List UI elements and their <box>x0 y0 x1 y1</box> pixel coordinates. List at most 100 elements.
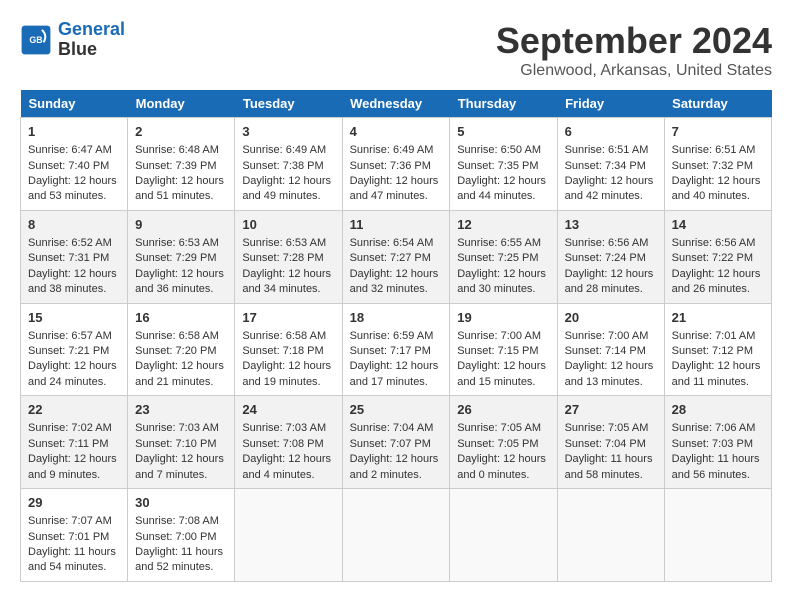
day-info: Sunrise: 6:48 AM <box>135 143 227 158</box>
col-saturday: Saturday <box>664 90 771 118</box>
day-info: Sunset: 7:17 PM <box>350 344 443 359</box>
day-info: and 52 minutes. <box>135 560 227 575</box>
day-info: Sunrise: 7:00 AM <box>565 329 657 344</box>
day-info: Daylight: 12 hours <box>242 174 334 189</box>
day-info: Daylight: 12 hours <box>565 267 657 282</box>
day-number: 10 <box>242 216 334 234</box>
day-info: Sunrise: 6:51 AM <box>565 143 657 158</box>
col-wednesday: Wednesday <box>342 90 450 118</box>
day-number: 11 <box>350 216 443 234</box>
calendar-cell: 21Sunrise: 7:01 AMSunset: 7:12 PMDayligh… <box>664 303 771 396</box>
day-info: Sunset: 7:32 PM <box>672 159 764 174</box>
calendar-cell: 14Sunrise: 6:56 AMSunset: 7:22 PMDayligh… <box>664 210 771 303</box>
day-info: and 42 minutes. <box>565 189 657 204</box>
calendar-cell: 20Sunrise: 7:00 AMSunset: 7:14 PMDayligh… <box>557 303 664 396</box>
day-number: 19 <box>457 309 549 327</box>
day-info: Sunset: 7:14 PM <box>565 344 657 359</box>
day-info: Sunset: 7:08 PM <box>242 437 334 452</box>
calendar-cell: 16Sunrise: 6:58 AMSunset: 7:20 PMDayligh… <box>128 303 235 396</box>
day-info: Sunrise: 6:53 AM <box>242 236 334 251</box>
calendar-week-2: 8Sunrise: 6:52 AMSunset: 7:31 PMDaylight… <box>21 210 772 303</box>
day-info: Daylight: 12 hours <box>457 359 549 374</box>
calendar-cell: 11Sunrise: 6:54 AMSunset: 7:27 PMDayligh… <box>342 210 450 303</box>
day-info: Sunset: 7:31 PM <box>28 251 120 266</box>
calendar-cell: 7Sunrise: 6:51 AMSunset: 7:32 PMDaylight… <box>664 118 771 211</box>
day-info: Sunrise: 6:55 AM <box>457 236 549 251</box>
day-info: Sunset: 7:01 PM <box>28 530 120 545</box>
calendar-subtitle: Glenwood, Arkansas, United States <box>496 62 772 80</box>
day-number: 12 <box>457 216 549 234</box>
day-info: and 47 minutes. <box>350 189 443 204</box>
day-info: Sunrise: 7:00 AM <box>457 329 549 344</box>
day-info: and 58 minutes. <box>565 468 657 483</box>
day-number: 2 <box>135 123 227 141</box>
day-info: and 26 minutes. <box>672 282 764 297</box>
calendar-cell: 26Sunrise: 7:05 AMSunset: 7:05 PMDayligh… <box>450 396 557 489</box>
day-info: Daylight: 12 hours <box>672 359 764 374</box>
day-info: and 15 minutes. <box>457 375 549 390</box>
col-thursday: Thursday <box>450 90 557 118</box>
calendar-week-5: 29Sunrise: 7:07 AMSunset: 7:01 PMDayligh… <box>21 489 772 582</box>
day-info: Daylight: 11 hours <box>135 545 227 560</box>
day-info: and 30 minutes. <box>457 282 549 297</box>
day-info: Sunset: 7:40 PM <box>28 159 120 174</box>
day-info: and 13 minutes. <box>565 375 657 390</box>
day-number: 25 <box>350 401 443 419</box>
day-info: Sunrise: 6:47 AM <box>28 143 120 158</box>
day-info: Daylight: 12 hours <box>350 359 443 374</box>
day-info: and 24 minutes. <box>28 375 120 390</box>
header-row: Sunday Monday Tuesday Wednesday Thursday… <box>21 90 772 118</box>
day-info: and 7 minutes. <box>135 468 227 483</box>
day-info: Daylight: 12 hours <box>350 267 443 282</box>
calendar-cell: 15Sunrise: 6:57 AMSunset: 7:21 PMDayligh… <box>21 303 128 396</box>
day-info: Sunrise: 7:05 AM <box>565 421 657 436</box>
day-info: Daylight: 12 hours <box>672 267 764 282</box>
calendar-title: September 2024 <box>496 20 772 62</box>
day-info: Sunset: 7:15 PM <box>457 344 549 359</box>
col-friday: Friday <box>557 90 664 118</box>
day-info: Sunrise: 7:03 AM <box>135 421 227 436</box>
day-info: Sunset: 7:10 PM <box>135 437 227 452</box>
day-info: and 9 minutes. <box>28 468 120 483</box>
day-info: and 38 minutes. <box>28 282 120 297</box>
day-info: Sunset: 7:04 PM <box>565 437 657 452</box>
day-number: 24 <box>242 401 334 419</box>
day-number: 18 <box>350 309 443 327</box>
day-info: Sunset: 7:20 PM <box>135 344 227 359</box>
day-number: 6 <box>565 123 657 141</box>
day-info: Daylight: 12 hours <box>135 174 227 189</box>
day-info: Sunrise: 7:01 AM <box>672 329 764 344</box>
day-info: Sunset: 7:21 PM <box>28 344 120 359</box>
day-info: Daylight: 12 hours <box>135 452 227 467</box>
day-info: Daylight: 12 hours <box>350 174 443 189</box>
day-number: 5 <box>457 123 549 141</box>
calendar-cell: 13Sunrise: 6:56 AMSunset: 7:24 PMDayligh… <box>557 210 664 303</box>
day-info: and 0 minutes. <box>457 468 549 483</box>
day-info: Sunrise: 7:05 AM <box>457 421 549 436</box>
day-info: and 21 minutes. <box>135 375 227 390</box>
calendar-cell: 19 Sunrise: 7:00 AMSunset: 7:15 PMDayligh… <box>450 303 557 396</box>
day-info: and 53 minutes. <box>28 189 120 204</box>
day-info: Sunset: 7:12 PM <box>672 344 764 359</box>
day-number: 13 <box>565 216 657 234</box>
calendar-cell <box>557 489 664 582</box>
day-info: Sunrise: 7:02 AM <box>28 421 120 436</box>
day-info: Sunset: 7:39 PM <box>135 159 227 174</box>
day-number: 7 <box>672 123 764 141</box>
day-number: 20 <box>565 309 657 327</box>
calendar-cell: 30Sunrise: 7:08 AMSunset: 7:00 PMDayligh… <box>128 489 235 582</box>
day-info: and 4 minutes. <box>242 468 334 483</box>
day-info: Sunset: 7:03 PM <box>672 437 764 452</box>
day-number: 23 <box>135 401 227 419</box>
day-info: Sunset: 7:07 PM <box>350 437 443 452</box>
day-info: Daylight: 12 hours <box>242 267 334 282</box>
day-number: 30 <box>135 494 227 512</box>
day-info: Sunset: 7:35 PM <box>457 159 549 174</box>
day-info: and 49 minutes. <box>242 189 334 204</box>
day-number: 27 <box>565 401 657 419</box>
day-number: 4 <box>350 123 443 141</box>
logo-line2: Blue <box>58 40 125 60</box>
col-tuesday: Tuesday <box>235 90 342 118</box>
calendar-cell: 10Sunrise: 6:53 AMSunset: 7:28 PMDayligh… <box>235 210 342 303</box>
day-info: Sunset: 7:36 PM <box>350 159 443 174</box>
